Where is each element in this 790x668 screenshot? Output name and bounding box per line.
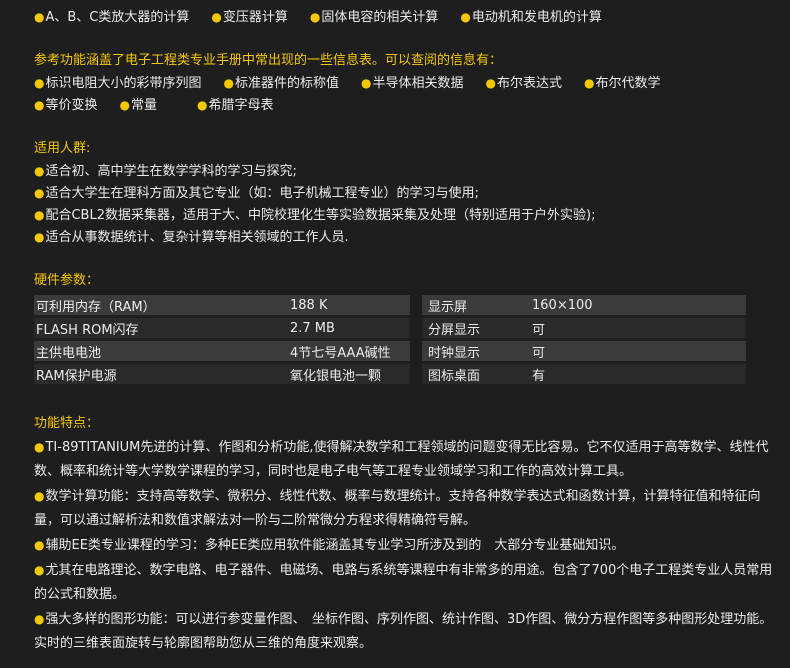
table-cell: 时钟显示 [422, 341, 530, 361]
bullet-icon: ● [34, 538, 45, 552]
table-cell: 主供电电池 [34, 341, 288, 361]
bullet-icon: ● [34, 98, 45, 112]
table-cell: 2.7 MB [288, 318, 410, 338]
bullet-icon: ● [119, 98, 130, 112]
list-item: ●常量 [119, 98, 158, 113]
bullet-icon: ● [197, 98, 208, 112]
table-cell: 氧化银电池一颗 [288, 364, 410, 384]
table-row: FLASH ROM闪存 2.7 MB 分屏显示 可 [34, 318, 746, 338]
list-item: ●数学计算功能：支持高等数学、微积分、线性代数、概率与数理统计。支持各种数学表达… [34, 489, 761, 528]
list-item: ●适合初、高中学生在数学学科的学习与探究; [34, 164, 297, 179]
list-item: ●尤其在电路理论、数字电路、电子器件、电磁场、电路与系统等课程中有非常多的用途。… [34, 563, 773, 602]
bullet-icon: ● [361, 76, 372, 90]
list-item: ●变压器计算 [211, 10, 288, 25]
reference-row-2: ●等价变换 ●常量 ●希腊字母表 [34, 94, 774, 116]
table-cell: 图标桌面 [422, 364, 530, 384]
audience-heading: 适用人群: [34, 141, 91, 156]
list-item: ●半导体相关数据 [361, 76, 464, 91]
table-cell: 分屏显示 [422, 318, 530, 338]
table-cell: 可 [530, 341, 746, 361]
list-item: ●辅助EE类专业课程的学习：多种EE类应用软件能涵盖其专业学习所涉及到的 大部分… [34, 538, 625, 553]
bullet-icon: ● [34, 76, 45, 90]
table-cell: 有 [530, 364, 746, 384]
list-item: ●适合大学生在理科方面及其它专业（如：电子机械工程专业）的学习与使用; [34, 186, 479, 201]
bullet-icon: ● [460, 10, 471, 24]
list-item: ●强大多样的图形功能：可以进行参变量作图、 坐标作图、序列作图、统计作图、3D作… [34, 612, 773, 651]
list-item: ●A、B、C类放大器的计算 [34, 10, 190, 25]
list-item: ●布尔表达式 [485, 76, 563, 91]
list-item: ●固体电容的相关计算 [309, 10, 439, 25]
bullet-icon: ● [34, 186, 45, 200]
bullet-icon: ● [34, 489, 45, 503]
bullet-icon: ● [584, 76, 595, 90]
table-cell: 显示屏 [422, 295, 530, 315]
features-heading: 功能特点： [34, 416, 100, 431]
list-item: ●标识电阻大小的彩带序列图 [34, 76, 202, 91]
table-cell: 可利用内存（RAM） [34, 295, 288, 315]
table-cell: RAM保护电源 [34, 364, 288, 384]
table-cell: 160×100 [530, 295, 746, 315]
bullet-icon: ● [485, 76, 496, 90]
list-item: ●适合从事数据统计、复杂计算等相关领域的工作人员. [34, 230, 349, 245]
list-item: ●等价变换 [34, 98, 98, 113]
bullet-icon: ● [309, 10, 321, 24]
list-item: ●TI-89TITANIUM先进的计算、作图和分析功能,使得解决数学和工程领域的… [34, 440, 769, 479]
list-item: ●希腊字母表 [197, 98, 274, 113]
bullet-icon: ● [223, 76, 234, 90]
table-cell: 4节七号AAA碱性 [288, 341, 410, 361]
hardware-heading: 硬件参数： [34, 273, 100, 288]
list-item: ●标准器件的标称值 [223, 76, 340, 91]
table-row: RAM保护电源 氧化银电池一颗 图标桌面 有 [34, 364, 746, 384]
bullet-icon: ● [34, 563, 45, 577]
content-area: ●A、B、C类放大器的计算 ●变压器计算 ●固体电容的相关计算 ●电动机和发电机… [34, 0, 774, 656]
bullet-icon: ● [211, 10, 222, 24]
bullet-icon: ● [34, 208, 45, 222]
list-item: ●电动机和发电机的计算 [460, 10, 602, 25]
bullet-icon: ● [34, 440, 45, 454]
bullet-icon: ● [34, 612, 45, 626]
table-row: 可利用内存（RAM） 188 K 显示屏 160×100 [34, 295, 746, 315]
bullet-icon: ● [34, 10, 45, 24]
reference-heading: 参考功能涵盖了电子工程类专业手册中常出现的一些信息表。可以查阅的信息有： [34, 53, 503, 68]
table-cell: 188 K [288, 295, 410, 315]
table-row: 主供电电池 4节七号AAA碱性 时钟显示 可 [34, 341, 746, 361]
table-cell: FLASH ROM闪存 [34, 318, 288, 338]
hardware-table: 可利用内存（RAM） 188 K 显示屏 160×100 FLASH ROM闪存… [34, 292, 746, 387]
list-item: ●布尔代数学 [584, 76, 661, 91]
bullet-icon: ● [34, 230, 45, 244]
bullet-icon: ● [34, 164, 45, 178]
calc-features-row: ●A、B、C类放大器的计算 ●变压器计算 ●固体电容的相关计算 ●电动机和发电机… [34, 6, 774, 28]
list-item: ●配合CBL2数据采集器，适用于大、中院校理化生等实验数据采集及处理（特别适用于… [34, 208, 596, 223]
table-cell: 可 [530, 318, 746, 338]
reference-row-1: ●标识电阻大小的彩带序列图 ●标准器件的标称值 ●半导体相关数据 ●布尔表达式 … [34, 72, 774, 94]
